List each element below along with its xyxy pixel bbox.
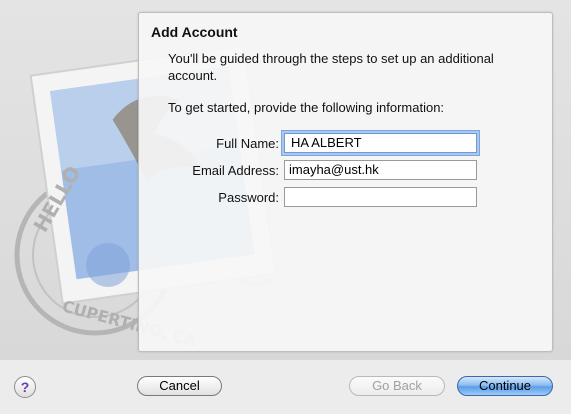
cancel-button[interactable]: Cancel — [137, 376, 222, 396]
prompt-text: To get started, provide the following in… — [168, 100, 445, 115]
full-name-field[interactable]: HA ALBERT — [284, 133, 477, 153]
password-label: Password: — [218, 190, 279, 205]
intro-text: You'll be guided through the steps to se… — [168, 51, 494, 83]
email-address-label: Email Address: — [192, 163, 279, 178]
email-address-field[interactable]: imayha@ust.hk — [284, 160, 477, 180]
full-name-label: Full Name: — [216, 136, 279, 151]
password-field[interactable] — [284, 187, 477, 207]
go-back-button[interactable]: Go Back — [349, 376, 445, 396]
help-button[interactable]: ? — [14, 376, 36, 398]
continue-button[interactable]: Continue — [457, 376, 553, 396]
dialog-title: Add Account — [151, 24, 238, 40]
add-account-panel: Add Account You'll be guided through the… — [138, 12, 553, 352]
